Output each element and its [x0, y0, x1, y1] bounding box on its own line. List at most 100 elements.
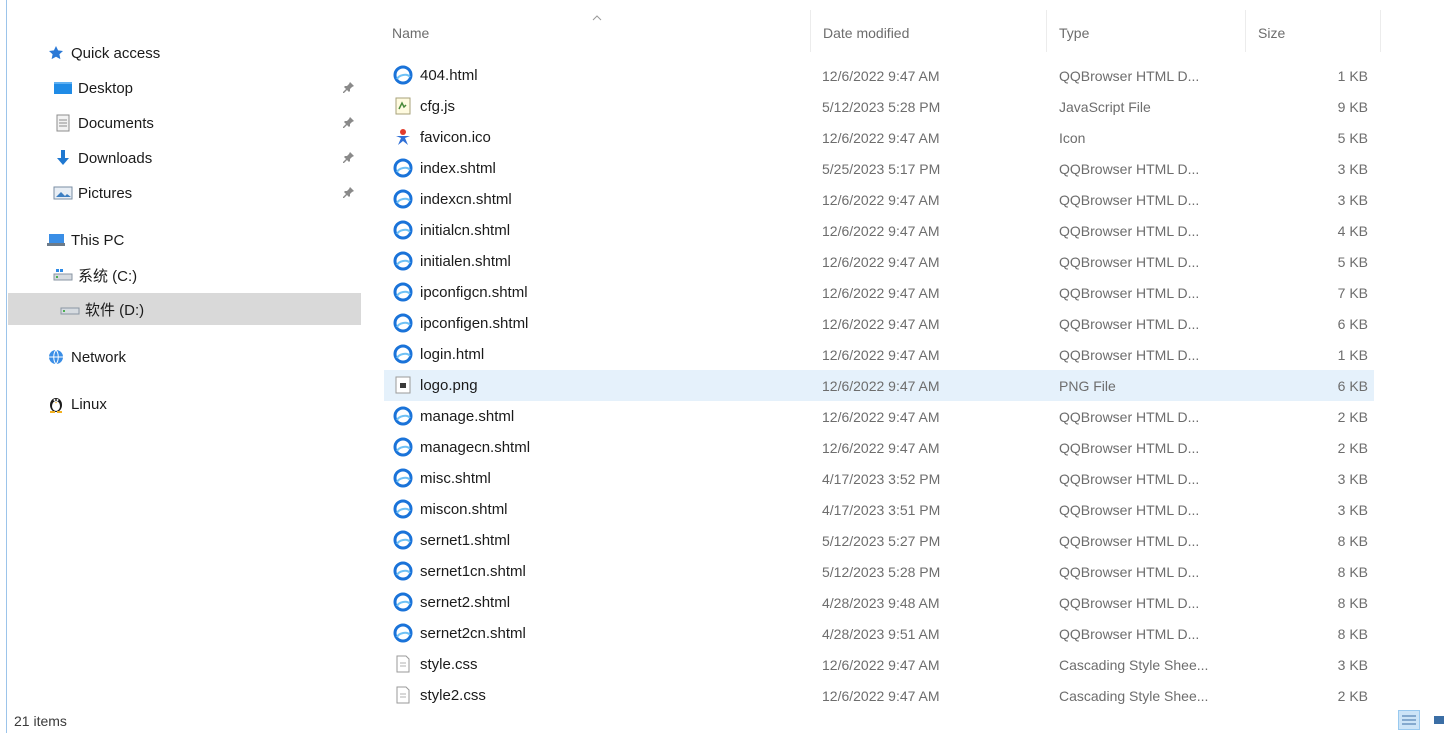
file-row[interactable]: logo.png 12/6/2022 9:47 AM PNG File 6 KB [384, 370, 1374, 401]
file-type: PNG File [1059, 377, 1116, 394]
column-header-type[interactable]: Type [1059, 18, 1239, 48]
file-date-modified: 4/28/2023 9:51 AM [822, 625, 940, 642]
pin-icon[interactable] [343, 115, 357, 129]
column-header-label: Name [392, 25, 430, 41]
file-type: QQBrowser HTML D... [1059, 439, 1200, 456]
qqbrowser-html-icon [393, 344, 413, 364]
pin-icon[interactable] [343, 150, 357, 164]
file-type: QQBrowser HTML D... [1059, 67, 1200, 84]
file-size: 3 KB [1337, 656, 1368, 673]
file-name: initialen.shtml [420, 253, 511, 270]
file-size: 8 KB [1337, 625, 1368, 642]
file-row[interactable]: ipconfigcn.shtml 12/6/2022 9:47 AM QQBrows… [384, 277, 1374, 308]
column-header-date[interactable]: Date modified [823, 18, 1048, 48]
file-size: 2 KB [1337, 408, 1368, 425]
file-date-modified: 12/6/2022 9:47 AM [822, 67, 940, 84]
nav-pictures[interactable]: Pictures [53, 177, 363, 209]
file-row[interactable]: initialcn.shtml 12/6/2022 9:47 AM QQBrowse… [384, 215, 1374, 246]
file-row[interactable]: style.css 12/6/2022 9:47 AM Cascading Styl… [384, 649, 1374, 680]
nav-label: Documents [78, 114, 154, 132]
file-date-modified: 12/6/2022 9:47 AM [822, 656, 940, 673]
nav-desktop[interactable]: Desktop [53, 72, 363, 104]
file-name: favicon.ico [420, 129, 491, 146]
column-divider[interactable] [1245, 10, 1246, 52]
file-row[interactable]: style2.css 12/6/2022 9:47 AM Cascading Sty… [384, 680, 1374, 711]
nav-label: Network [71, 348, 127, 366]
file-size: 7 KB [1337, 284, 1368, 301]
file-date-modified: 12/6/2022 9:47 AM [822, 222, 940, 239]
qqbrowser-html-icon [393, 499, 413, 519]
file-size: 5 KB [1337, 253, 1368, 270]
nav-quick-access[interactable]: Quick access [46, 37, 366, 69]
file-date-modified: 12/6/2022 9:47 AM [822, 191, 940, 208]
file-date-modified: 5/12/2023 5:28 PM [822, 98, 941, 115]
file-date-modified: 4/28/2023 9:48 AM [822, 594, 940, 611]
large-icons-view-button[interactable] [1428, 710, 1450, 730]
nav-network[interactable]: Network [46, 341, 366, 373]
nav-drive-d[interactable]: 软件 (D:) [8, 293, 361, 325]
file-size: 3 KB [1337, 470, 1368, 487]
qqbrowser-html-icon [393, 220, 413, 240]
column-divider[interactable] [810, 10, 811, 52]
nav-this-pc[interactable]: This PC [46, 224, 366, 256]
pin-icon[interactable] [343, 185, 357, 199]
column-divider[interactable] [1046, 10, 1047, 52]
file-row[interactable]: misc.shtml 4/17/2023 3:52 PM QQBrowser HTM… [384, 463, 1374, 494]
file-row[interactable]: 404.html 12/6/2022 9:47 AM QQBrowser HTML … [384, 60, 1374, 91]
star-icon [46, 43, 66, 63]
file-row[interactable]: miscon.shtml 4/17/2023 3:51 PM QQBrowser H… [384, 494, 1374, 525]
file-type: QQBrowser HTML D... [1059, 532, 1200, 549]
qqbrowser-html-icon [393, 406, 413, 426]
nav-linux[interactable]: Linux [46, 388, 366, 420]
column-divider[interactable] [1380, 10, 1381, 52]
file-name: 404.html [420, 67, 478, 84]
file-row[interactable]: manage.shtml 12/6/2022 9:47 AM QQBrowser H… [384, 401, 1374, 432]
pictures-icon [53, 183, 73, 203]
file-row[interactable]: managecn.shtml 12/6/2022 9:47 AM QQBrowser… [384, 432, 1374, 463]
file-row[interactable]: favicon.ico 12/6/2022 9:47 AM Icon 5 KB [384, 122, 1374, 153]
file-type: QQBrowser HTML D... [1059, 594, 1200, 611]
column-header-name[interactable]: Name [392, 18, 812, 48]
drive-icon [60, 299, 80, 319]
file-row[interactable]: ipconfigen.shtml 12/6/2022 9:47 AM QQBrows… [384, 308, 1374, 339]
windows-drive-icon [53, 265, 73, 285]
file-type: QQBrowser HTML D... [1059, 284, 1200, 301]
file-date-modified: 12/6/2022 9:47 AM [822, 253, 940, 270]
file-name: ipconfigcn.shtml [420, 284, 528, 301]
pin-icon[interactable] [343, 80, 357, 94]
file-size: 8 KB [1337, 594, 1368, 611]
file-size: 2 KB [1337, 687, 1368, 704]
column-header-label: Type [1059, 25, 1090, 41]
qqbrowser-html-icon [393, 282, 413, 302]
file-row[interactable]: sernet2.shtml 4/28/2023 9:48 AM QQBrowser … [384, 587, 1374, 618]
file-row[interactable]: sernet2cn.shtml 4/28/2023 9:51 AM QQBrowse… [384, 618, 1374, 649]
nav-documents[interactable]: Documents [53, 107, 363, 139]
file-row[interactable]: index.shtml 5/25/2023 5:17 PM QQBrowser HT… [384, 153, 1374, 184]
file-size: 4 KB [1337, 222, 1368, 239]
qqbrowser-html-icon [393, 530, 413, 550]
desktop-icon [53, 78, 73, 98]
file-row[interactable]: initialen.shtml 12/6/2022 9:47 AM QQBrowse… [384, 246, 1374, 277]
nav-downloads[interactable]: Downloads [53, 142, 363, 174]
file-row[interactable]: login.html 12/6/2022 9:47 AM QQBrowser HTM… [384, 339, 1374, 370]
file-date-modified: 12/6/2022 9:47 AM [822, 346, 940, 363]
column-header-size[interactable]: Size [1258, 18, 1378, 48]
file-date-modified: 12/6/2022 9:47 AM [822, 439, 940, 456]
file-size: 6 KB [1337, 315, 1368, 332]
nav-label: Desktop [78, 79, 134, 97]
qqbrowser-html-icon [393, 158, 413, 178]
nav-drive-c[interactable]: 系统 (C:) [53, 259, 363, 291]
file-type: QQBrowser HTML D... [1059, 315, 1200, 332]
qqbrowser-html-icon [393, 437, 413, 457]
file-date-modified: 5/12/2023 5:28 PM [822, 563, 941, 580]
file-row[interactable]: sernet1.shtml 5/12/2023 5:27 PM QQBrowser … [384, 525, 1374, 556]
qqbrowser-html-icon [393, 313, 413, 333]
qqbrowser-html-icon [393, 561, 413, 581]
details-view-button[interactable] [1398, 710, 1420, 730]
file-size: 8 KB [1337, 532, 1368, 549]
file-row[interactable]: sernet1cn.shtml 5/12/2023 5:28 PM QQBrowse… [384, 556, 1374, 587]
file-row[interactable]: indexcn.shtml 12/6/2022 9:47 AM QQBrowser … [384, 184, 1374, 215]
nav-label: Downloads [78, 149, 153, 167]
file-row[interactable]: cfg.js 5/12/2023 5:28 PM JavaScript File 9 … [384, 91, 1374, 122]
file-size: 3 KB [1337, 160, 1368, 177]
